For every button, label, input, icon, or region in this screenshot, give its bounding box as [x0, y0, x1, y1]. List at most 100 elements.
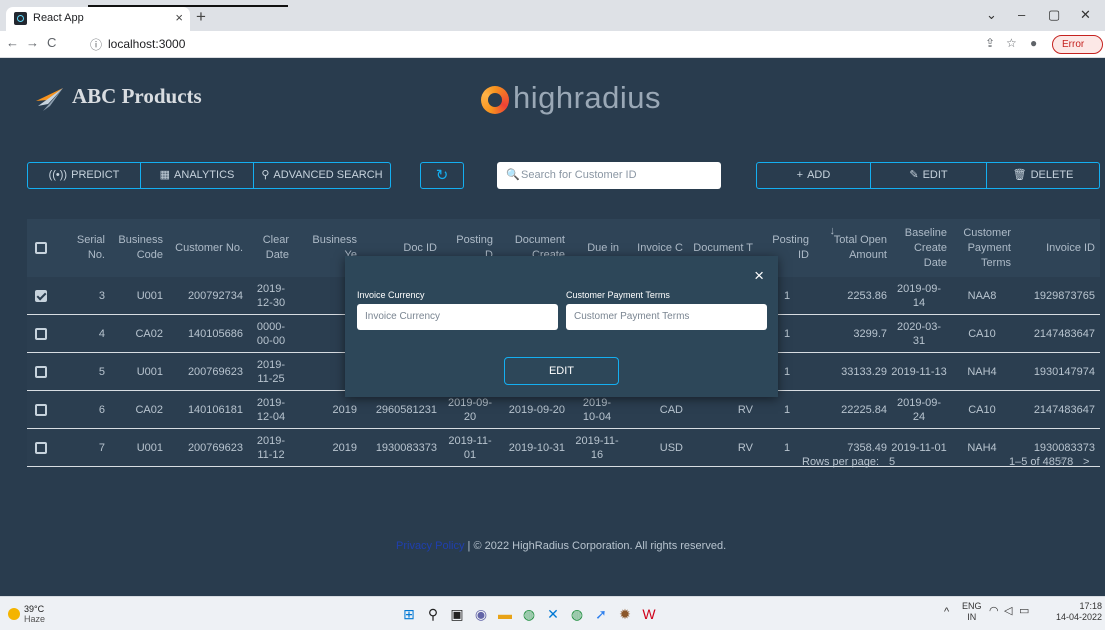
address-bar: ← → C ⓘ localhost:3000 ⇪ ☆ ● Error [0, 31, 1105, 58]
table-cell: CA10 [968, 328, 996, 340]
chrome-active-icon[interactable]: ◍ [568, 605, 586, 623]
forward-icon[interactable]: → [26, 35, 39, 50]
chat-icon[interactable]: ◉ [472, 605, 490, 623]
col-total-open-amount[interactable]: Total Open Amount [831, 219, 887, 277]
table-cell: 2019-11-12 [256, 435, 286, 461]
tab-strip: React App × + ⌄ – ▢ ✕ [0, 0, 1105, 31]
predict-label: PREDICT [71, 169, 120, 181]
col-customer-no[interactable]: Customer No. [175, 219, 243, 277]
search-icon: ⚲ [261, 169, 270, 181]
invoice-currency-input[interactable]: Invoice Currency [357, 304, 558, 330]
customer-id-search[interactable]: 🔍 Search for Customer ID [497, 162, 721, 189]
task-view-icon[interactable]: ▣ [448, 605, 466, 623]
tab-close-icon[interactable]: × [175, 10, 183, 25]
error-badge[interactable]: Error [1052, 35, 1103, 54]
react-favicon-icon [14, 12, 27, 25]
advanced-search-button[interactable]: ⚲ ADVANCED SEARCH [254, 162, 391, 189]
close-icon[interactable]: × [754, 267, 764, 284]
prev-page-icon[interactable]: < [1058, 456, 1064, 468]
row-checkbox[interactable] [35, 290, 47, 302]
tab-search-icon[interactable]: ⌄ [986, 7, 997, 23]
col-clear-date[interactable]: Clear Date [253, 219, 289, 277]
col-customer-payment-terms[interactable]: Customer Payment Terms [953, 219, 1011, 277]
browser-chrome: React App × + ⌄ – ▢ ✕ ← → C ⓘ localhost:… [0, 0, 1105, 58]
table-cell: 4 [98, 328, 105, 340]
table-cell: U001 [136, 366, 163, 378]
speaker-icon[interactable]: ◁ [1004, 606, 1012, 617]
table-cell: 22225.84 [841, 404, 887, 416]
reload-icon[interactable]: C [47, 35, 56, 50]
taskbar: 39°C Haze ⊞ ⚲ ▣ ◉ ▬ ◍ ✕ ◍ ➚ ✹ W ^ ENG IN… [0, 596, 1105, 630]
minimize-button[interactable]: – [1018, 7, 1025, 22]
row-checkbox[interactable] [35, 366, 47, 378]
share-icon[interactable]: ⇪ [985, 36, 995, 50]
table-cell: 2019-11-01 [891, 442, 947, 454]
site-info-icon[interactable]: ⓘ [90, 36, 102, 53]
table-cell: 140106181 [187, 404, 243, 416]
url-field[interactable]: ⓘ localhost:3000 [84, 34, 964, 55]
table-cell: U001 [136, 442, 163, 454]
highradius-ring-icon [481, 86, 509, 114]
col-business-code[interactable]: Business Code [115, 219, 163, 277]
table-cell: U001 [136, 290, 163, 302]
taskbar-search-icon[interactable]: ⚲ [424, 605, 442, 623]
back-icon[interactable]: ← [6, 35, 19, 50]
tray-expand-icon[interactable]: ^ [944, 607, 949, 618]
footer: Privacy Policy | © 2022 HighRadius Corpo… [396, 540, 726, 552]
rows-per-page-select[interactable]: 5 [889, 456, 895, 468]
refresh-button[interactable]: ↻ [420, 162, 464, 189]
table-cell: 1929873765 [1033, 290, 1095, 302]
windows-start-icon[interactable]: ⊞ [400, 605, 418, 623]
vscode-icon[interactable]: ✕ [544, 605, 562, 623]
row-checkbox[interactable] [35, 442, 47, 454]
table-cell: 2019-11-01 [448, 435, 492, 461]
table-cell: 3 [98, 290, 105, 302]
analytics-button[interactable]: ▦ ANALYTICS [141, 162, 254, 189]
row-checkbox[interactable] [35, 404, 47, 416]
select-all-checkbox[interactable] [35, 242, 47, 254]
browser-tab[interactable]: React App × [6, 7, 190, 31]
dialog-edit-button[interactable]: EDIT [504, 357, 619, 385]
table-row[interactable]: 7 U001 200769623 2019-11-12 2019 1930083373 20… [27, 429, 1100, 467]
col-serial-no[interactable]: Serial No. [65, 219, 105, 277]
chrome-icon[interactable]: ◍ [520, 605, 538, 623]
table-cell: 0000-00-00 [256, 321, 286, 347]
col-invoice-id[interactable]: Invoice ID [1021, 219, 1095, 277]
table-cell: CA02 [135, 328, 163, 340]
clock[interactable]: 17:18 14-04-2022 [1050, 601, 1102, 623]
copyright-text: | © 2022 HighRadius Corporation. All rig… [467, 540, 727, 552]
close-window-button[interactable]: ✕ [1080, 7, 1091, 23]
edit-button[interactable]: ✎ EDIT [871, 162, 987, 189]
profile-icon[interactable]: ● [1030, 36, 1037, 50]
row-checkbox[interactable] [35, 328, 47, 340]
advanced-search-label: ADVANCED SEARCH [273, 169, 383, 181]
table-cell: 1930083373 [375, 442, 437, 454]
file-explorer-icon[interactable]: ▬ [496, 605, 514, 623]
abc-bird-logo-icon [36, 88, 63, 111]
weather-condition: Haze [24, 614, 46, 624]
brand-name: ABC Products [72, 84, 202, 108]
battery-icon[interactable]: ▭ [1019, 606, 1029, 617]
table-cell: 2019-09-24 [896, 397, 942, 423]
privacy-policy-link[interactable]: Privacy Policy [396, 540, 464, 552]
customer-payment-terms-input[interactable]: Customer Payment Terms [566, 304, 767, 330]
predict-button[interactable]: ((•)) PREDICT [27, 162, 141, 189]
table-cell: 140105686 [187, 328, 243, 340]
bookmark-star-icon[interactable]: ☆ [1006, 36, 1017, 50]
new-tab-button[interactable]: + [196, 7, 206, 27]
table-cell: USD [659, 442, 683, 454]
language-indicator[interactable]: ENG IN [962, 601, 982, 623]
table-cell: 7 [98, 442, 105, 454]
arrow-app-icon[interactable]: ➚ [592, 605, 610, 623]
wifi-icon[interactable]: ◠ [989, 606, 999, 617]
col-baseline-create-date[interactable]: Baseline Create Date [891, 219, 947, 277]
table-cell: NAH4 [967, 442, 997, 454]
tab-title: React App [33, 12, 84, 24]
maximize-button[interactable]: ▢ [1048, 7, 1060, 23]
table-cell: CA02 [135, 404, 163, 416]
add-button[interactable]: + ADD [756, 162, 871, 189]
next-page-icon[interactable]: > [1083, 456, 1089, 468]
office-app-icon[interactable]: W [640, 605, 658, 623]
delete-button[interactable]: 🗑 DELETE [987, 162, 1100, 189]
gear-app-icon[interactable]: ✹ [616, 605, 634, 623]
